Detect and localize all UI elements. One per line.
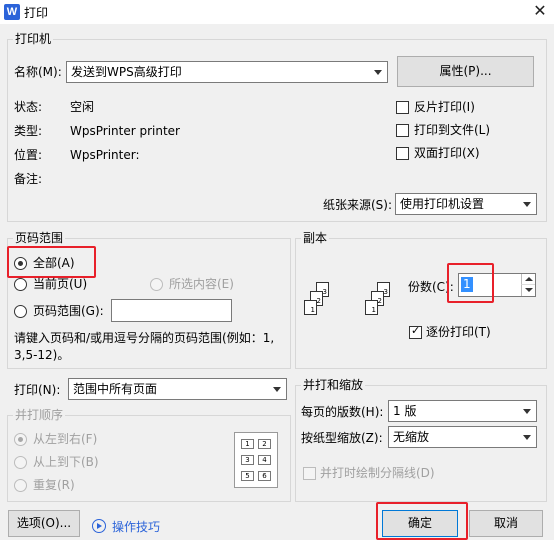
chevron-down-icon bbox=[523, 409, 531, 414]
play-icon bbox=[97, 523, 102, 529]
pages-per-sheet-select[interactable]: 1 版 bbox=[388, 400, 537, 422]
print-what-select[interactable]: 范围中所有页面 bbox=[68, 378, 287, 400]
play-circle-icon[interactable] bbox=[92, 519, 106, 533]
duplex-print-label: 双面打印(X) bbox=[414, 146, 480, 160]
paper-source-label: 纸张来源(S): bbox=[323, 198, 393, 212]
left-to-right-label: 从左到右(F) bbox=[33, 432, 98, 446]
print-to-file-label: 打印到文件(L) bbox=[414, 123, 491, 137]
chevron-down-icon bbox=[374, 70, 382, 75]
highlight-box-ok bbox=[376, 502, 468, 540]
preview-cell: 5 bbox=[241, 471, 254, 481]
page-range-label: 页码范围(G): bbox=[33, 304, 104, 318]
page-range-input[interactable] bbox=[111, 299, 232, 322]
printer-group-label: 打印机 bbox=[13, 32, 54, 46]
cancel-button[interactable]: 取消 bbox=[469, 510, 543, 537]
window-title: 打印 bbox=[24, 6, 49, 20]
current-page-radio[interactable] bbox=[14, 278, 27, 291]
draw-lines-label: 并打时绘制分隔线(D) bbox=[320, 466, 435, 480]
title-bar bbox=[0, 0, 554, 24]
selection-radio[interactable] bbox=[150, 278, 163, 291]
all-pages-label: 全部(A) bbox=[33, 256, 75, 270]
chevron-down-icon bbox=[523, 435, 531, 440]
page-range-radio[interactable] bbox=[14, 305, 27, 318]
checkmark-icon: ✓ bbox=[411, 324, 421, 337]
top-to-bottom-label: 从上到下(B) bbox=[33, 455, 99, 469]
location-label: 位置: bbox=[14, 148, 43, 162]
scale-value: 无缩放 bbox=[393, 430, 430, 444]
repeat-radio[interactable] bbox=[14, 479, 27, 492]
type-label: 类型: bbox=[14, 124, 43, 138]
copies-group bbox=[295, 238, 547, 369]
preview-cell: 4 bbox=[258, 455, 271, 465]
radio-selected-dot bbox=[18, 261, 23, 266]
left-to-right-radio[interactable] bbox=[14, 433, 27, 446]
spin-down-button[interactable] bbox=[521, 285, 535, 296]
close-icon[interactable]: ✕ bbox=[526, 0, 554, 24]
status-value: 空闲 bbox=[70, 100, 95, 114]
options-button[interactable]: 选项(O)... bbox=[8, 510, 80, 537]
repeat-label: 重复(R) bbox=[33, 478, 75, 492]
current-page-label: 当前页(U) bbox=[33, 277, 88, 291]
top-to-bottom-radio[interactable] bbox=[14, 456, 27, 469]
zoom-group-label: 并打和缩放 bbox=[301, 378, 366, 392]
page-range-hint: 请键入页码和/或用逗号分隔的页码范围(例如：1,3,5-12)。 bbox=[14, 331, 275, 362]
chevron-down-icon bbox=[523, 202, 531, 207]
print-to-file-checkbox[interactable] bbox=[396, 124, 409, 137]
preview-cell: 6 bbox=[258, 471, 271, 481]
spin-up-button[interactable] bbox=[521, 274, 535, 285]
radio-selected-dot bbox=[18, 437, 23, 442]
mirror-print-checkbox[interactable] bbox=[396, 101, 409, 114]
pages-per-sheet-value: 1 版 bbox=[393, 404, 417, 418]
all-pages-radio[interactable] bbox=[14, 257, 27, 270]
wps-app-icon: W bbox=[4, 4, 20, 20]
collate-checkbox[interactable]: ✓ bbox=[409, 324, 422, 339]
paper-source-value: 使用打印机设置 bbox=[400, 197, 485, 211]
printer-name-value: 发送到WPS高级打印 bbox=[71, 65, 182, 79]
tips-link[interactable]: 操作技巧 bbox=[112, 520, 160, 534]
duplex-print-checkbox[interactable] bbox=[396, 147, 409, 160]
scale-label: 按纸型缩放(Z): bbox=[301, 431, 383, 445]
chevron-down-icon bbox=[273, 387, 281, 392]
mirror-print-label: 反片打印(I) bbox=[414, 100, 475, 114]
printer-name-select[interactable]: 发送到WPS高级打印 bbox=[66, 61, 388, 83]
collate-page-icon: 1 bbox=[365, 300, 378, 315]
collate-order-group-label: 并打顺序 bbox=[13, 408, 66, 422]
selection-label: 所选内容(E) bbox=[169, 277, 234, 291]
copies-group-label: 副本 bbox=[301, 231, 330, 245]
collate-page-icon: 1 bbox=[304, 300, 317, 315]
print-what-label: 打印(N): bbox=[14, 383, 61, 397]
pages-per-sheet-label: 每页的版数(H): bbox=[301, 405, 384, 419]
draw-lines-checkbox[interactable] bbox=[303, 467, 316, 480]
paper-source-select[interactable]: 使用打印机设置 bbox=[395, 193, 537, 215]
comment-label: 备注: bbox=[14, 172, 43, 186]
chevron-up-icon bbox=[525, 277, 533, 281]
highlight-box-copies bbox=[447, 263, 494, 303]
printer-name-label: 名称(M): bbox=[14, 65, 62, 79]
scale-select[interactable]: 无缩放 bbox=[388, 426, 537, 448]
page-range-group-label: 页码范围 bbox=[13, 231, 66, 245]
location-value: WpsPrinter: bbox=[70, 148, 140, 162]
print-what-value: 范围中所有页面 bbox=[73, 382, 158, 396]
status-label: 状态: bbox=[14, 100, 43, 114]
preview-cell: 1 bbox=[241, 439, 254, 449]
properties-button[interactable]: 属性(P)... bbox=[397, 56, 534, 87]
preview-cell: 2 bbox=[258, 439, 271, 449]
preview-cell: 3 bbox=[241, 455, 254, 465]
collate-label: 逐份打印(T) bbox=[426, 325, 491, 339]
chevron-down-icon bbox=[525, 288, 533, 292]
type-value: WpsPrinter printer bbox=[70, 124, 180, 138]
